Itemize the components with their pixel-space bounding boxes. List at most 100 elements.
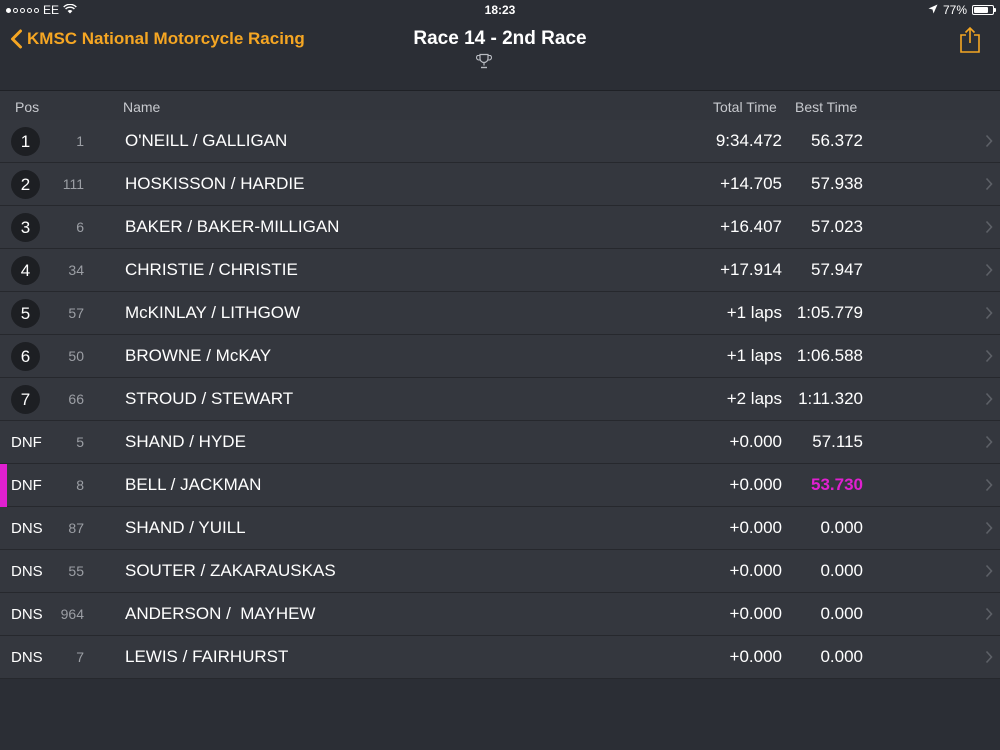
- total-time: +0.000: [729, 518, 782, 537]
- rider-name: SOUTER / ZAKARAUSKAS: [125, 561, 336, 580]
- table-row[interactable]: DNF 5 SHAND / HYDE +0.000 57.115: [0, 421, 1000, 464]
- best-time: 0.000: [820, 518, 863, 537]
- total-time: +2 laps: [726, 389, 782, 408]
- position-badge: 4: [11, 256, 40, 285]
- table-row[interactable]: 1 1 O'NEILL / GALLIGAN 9:34.472 56.372: [0, 120, 1000, 163]
- chevron-right-icon: [985, 263, 993, 282]
- position-badge: 5: [11, 299, 40, 328]
- position-status: DNF: [11, 434, 42, 451]
- table-row[interactable]: DNS 964 ANDERSON / MAYHEW +0.000 0.000: [0, 593, 1000, 636]
- best-time: 0.000: [820, 647, 863, 666]
- position-badge: 2: [11, 170, 40, 199]
- chevron-right-icon: [985, 306, 993, 325]
- rider-name: LEWIS / FAIRHURST: [125, 647, 289, 666]
- position-badge: 3: [11, 213, 40, 242]
- chevron-right-icon: [985, 478, 993, 497]
- chevron-right-icon: [985, 392, 993, 411]
- results-list: 1 1 O'NEILL / GALLIGAN 9:34.472 56.372 2 111 HO…: [0, 120, 1000, 679]
- total-time: 9:34.472: [715, 131, 782, 150]
- position-status: DNS: [11, 563, 43, 580]
- chevron-right-icon: [985, 177, 993, 196]
- best-time: 1:06.588: [796, 346, 863, 365]
- rider-number: 34: [68, 262, 84, 278]
- rider-number: 87: [68, 520, 84, 536]
- rider-number: 5: [76, 434, 84, 450]
- table-row[interactable]: DNS 55 SOUTER / ZAKARAUSKAS +0.000 0.000: [0, 550, 1000, 593]
- rider-number: 7: [76, 649, 84, 665]
- navigation-bar: KMSC National Motorcycle Racing Race 14 …: [0, 20, 1000, 90]
- share-button[interactable]: [959, 26, 981, 59]
- table-row[interactable]: 6 50 BROWNE / McKAY +1 laps 1:06.588: [0, 335, 1000, 378]
- table-row[interactable]: 3 6 BAKER / BAKER-MILLIGAN +16.407 57.023: [0, 206, 1000, 249]
- total-time: +1 laps: [726, 303, 782, 322]
- total-time: +0.000: [729, 561, 782, 580]
- rider-number: 55: [68, 563, 84, 579]
- total-time: +16.407: [720, 217, 782, 236]
- rider-name: BAKER / BAKER-MILLIGAN: [125, 217, 340, 236]
- share-icon: [960, 26, 980, 53]
- column-header-total-time: Total Time: [713, 99, 777, 115]
- chevron-right-icon: [985, 607, 993, 626]
- best-time: 57.115: [812, 432, 863, 451]
- column-header-name: Name: [123, 99, 161, 115]
- table-row[interactable]: 5 57 McKINLAY / LITHGOW +1 laps 1:05.779: [0, 292, 1000, 335]
- battery-percent: 77%: [942, 3, 967, 17]
- position-status: DNF: [11, 477, 42, 494]
- best-time: 1:05.779: [796, 303, 863, 322]
- total-time: +0.000: [729, 432, 782, 451]
- battery-icon: [972, 5, 996, 15]
- rider-number: 111: [62, 176, 84, 192]
- best-time: 0.000: [820, 604, 863, 623]
- rider-number: 6: [76, 219, 84, 235]
- best-time: 57.947: [811, 260, 863, 279]
- chevron-right-icon: [985, 564, 993, 583]
- rider-name: BELL / JACKMAN: [125, 475, 262, 494]
- table-row[interactable]: DNF 8 BELL / JACKMAN +0.000 53.730: [0, 464, 1000, 507]
- rider-name: McKINLAY / LITHGOW: [125, 303, 301, 322]
- best-time: 0.000: [820, 561, 863, 580]
- rider-number: 1: [76, 133, 84, 149]
- table-row[interactable]: 4 34 CHRISTIE / CHRISTIE +17.914 57.947: [0, 249, 1000, 292]
- location-arrow-icon: [928, 3, 938, 17]
- rider-name: ANDERSON / MAYHEW: [125, 604, 316, 623]
- chevron-right-icon: [985, 134, 993, 153]
- table-row[interactable]: 7 66 STROUD / STEWART +2 laps 1:11.320: [0, 378, 1000, 421]
- highlight-marker: [0, 464, 7, 507]
- rider-name: SHAND / YUILL: [125, 518, 246, 537]
- total-time: +0.000: [729, 647, 782, 666]
- rider-name: CHRISTIE / CHRISTIE: [125, 260, 298, 279]
- column-header: Pos Name Total Time Best Time: [0, 90, 1000, 121]
- best-time: 57.023: [811, 217, 863, 236]
- best-time: 53.730: [811, 475, 863, 494]
- total-time: +17.914: [720, 260, 782, 279]
- total-time: +14.705: [720, 174, 782, 193]
- rider-name: O'NEILL / GALLIGAN: [125, 131, 288, 150]
- status-right: 77%: [928, 3, 996, 17]
- rider-name: BROWNE / McKAY: [125, 346, 272, 365]
- table-row[interactable]: DNS 7 LEWIS / FAIRHURST +0.000 0.000: [0, 636, 1000, 679]
- position-status: DNS: [11, 606, 43, 623]
- rider-name: SHAND / HYDE: [125, 432, 246, 451]
- rider-number: 8: [76, 477, 84, 493]
- status-bar: EE 18:23 77%: [0, 0, 1000, 20]
- position-badge: 6: [11, 342, 40, 371]
- trophy-icon: [475, 53, 493, 74]
- rider-number: 57: [68, 305, 84, 321]
- position-badge: 1: [11, 127, 40, 156]
- rider-number: 66: [68, 391, 84, 407]
- rider-number: 50: [68, 348, 84, 364]
- column-header-pos: Pos: [15, 99, 40, 115]
- status-time: 18:23: [484, 3, 516, 17]
- total-time: +0.000: [729, 604, 782, 623]
- table-row[interactable]: DNS 87 SHAND / YUILL +0.000 0.000: [0, 507, 1000, 550]
- rider-name: HOSKISSON / HARDIE: [125, 174, 305, 193]
- rider-number: 964: [60, 606, 84, 622]
- position-status: DNS: [11, 520, 43, 537]
- position-badge: 7: [11, 385, 40, 414]
- best-time: 57.938: [811, 174, 863, 193]
- total-time: +1 laps: [726, 346, 782, 365]
- best-time: 56.372: [811, 131, 863, 150]
- rider-name: STROUD / STEWART: [125, 389, 294, 408]
- table-row[interactable]: 2 111 HOSKISSON / HARDIE +14.705 57.938: [0, 163, 1000, 206]
- chevron-right-icon: [985, 220, 993, 239]
